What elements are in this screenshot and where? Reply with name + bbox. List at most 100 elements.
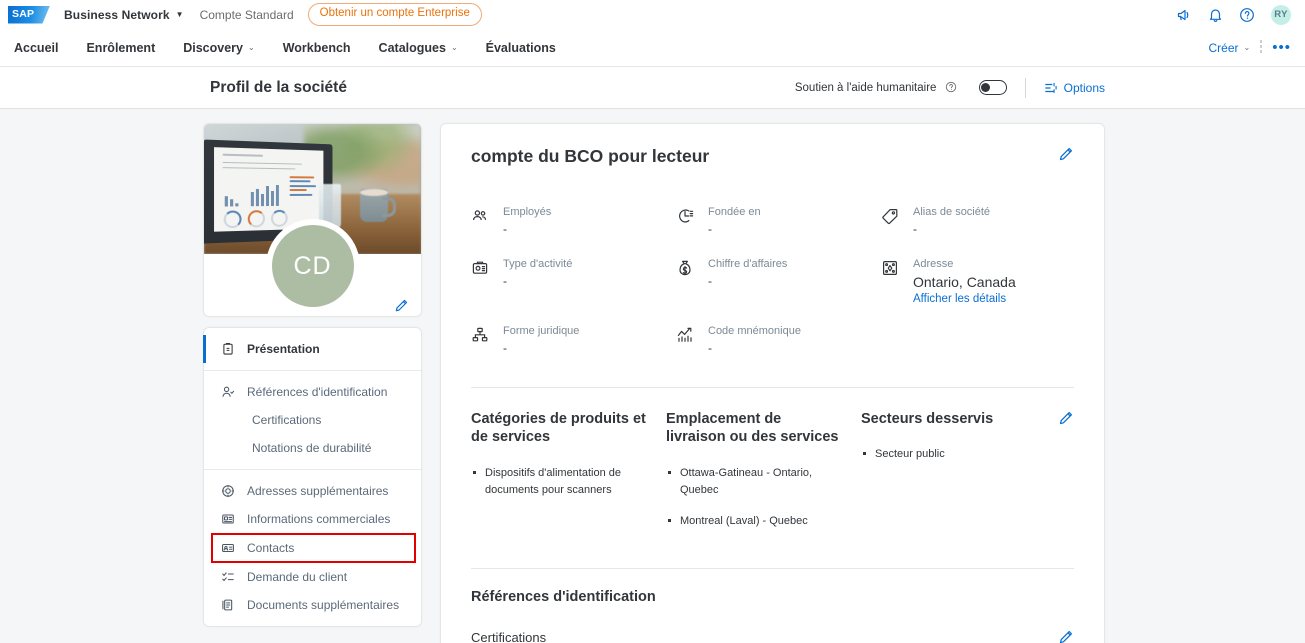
ship-to-locations-column: Emplacement de livraison ou des services… [666, 410, 861, 545]
field-value: - [708, 340, 712, 355]
field-value: - [913, 221, 917, 236]
chevron-down-icon: ⌄ [450, 43, 458, 52]
sap-logo-text: SAP [12, 7, 35, 20]
edit-profile-image-pencil-icon[interactable] [394, 298, 409, 313]
show-address-details-link[interactable]: Afficher les détails [913, 293, 1016, 305]
edit-company-info-pencil-icon[interactable] [1058, 146, 1074, 162]
brand-chevron-down-icon[interactable]: ▼ [176, 10, 184, 19]
banner-coffee-mug [360, 189, 397, 222]
company-avatar[interactable]: CD [265, 219, 360, 313]
sidebar-item-label: Demande du client [247, 570, 348, 584]
top-header-bar: SAP Business Network ▼ Compte Standard O… [0, 0, 1305, 29]
create-menu-button[interactable]: Créer ⌄ [1209, 41, 1251, 55]
banner-chart-legend [289, 175, 317, 196]
product-categories-list: Dispositifs d'alimentation de documents … [471, 465, 666, 499]
employees-icon [471, 205, 491, 238]
nav-label: Accueil [14, 40, 59, 55]
sidebar-item-additional-addresses[interactable]: Adresses supplémentaires [204, 477, 421, 505]
nav-label: Workbench [282, 40, 351, 55]
list-item: Dispositifs d'alimentation de documents … [471, 465, 641, 499]
brand-name[interactable]: Business Network [64, 8, 170, 22]
location-icon [220, 484, 236, 498]
vertical-divider [1260, 40, 1263, 55]
legal-form-icon [471, 324, 491, 357]
chevron-down-icon: ⌄ [1243, 43, 1251, 52]
sap-logo[interactable]: SAP [8, 5, 50, 24]
humanitarian-support-toggle[interactable] [978, 80, 1007, 95]
field-value: Ontario, Canada [913, 273, 1016, 290]
edit-categories-pencil-icon[interactable] [1058, 410, 1074, 545]
industries-heading: Secteurs desservis [861, 410, 994, 427]
banner-chart-bars [224, 183, 280, 207]
credentials-section-title: Références d'identification [471, 589, 656, 606]
nav-right-actions: Créer ⌄ ••• [1209, 40, 1291, 55]
megaphone-icon[interactable] [1176, 7, 1192, 23]
categories-section: Catégories de produits et de services Di… [471, 410, 1074, 545]
nav-label: Catalogues [378, 40, 446, 55]
company-name: compte du BCO pour lecteur [471, 146, 710, 166]
activity-icon [471, 257, 491, 305]
humanitarian-support-label: Soutien à l'aide humanitaire [795, 81, 957, 94]
sidebar-group-overview: Présentation [203, 328, 421, 370]
bell-icon[interactable] [1208, 7, 1223, 23]
nav-item-workbench[interactable]: Workbench [269, 41, 365, 55]
sidebar-item-contacts[interactable]: Contacts [211, 533, 416, 563]
ship-to-heading: Emplacement de livraison ou des services [666, 410, 839, 446]
documents-icon [220, 598, 236, 612]
nav-item-discovery[interactable]: Discovery ⌄ [169, 41, 268, 55]
sidebar-item-presentation[interactable]: Présentation [203, 335, 421, 363]
profile-sidebar-nav: Présentation Références d'identification [203, 327, 422, 627]
options-icon [1044, 81, 1058, 95]
page-title-bar-actions: Soutien à l'aide humanitaire Options [795, 77, 1105, 98]
help-icon[interactable] [1239, 7, 1255, 23]
sidebar-item-label: Notations de durabilité [252, 441, 372, 455]
ship-to-list: Ottawa-Gatineau - Ontario, Quebec Montre… [666, 465, 861, 530]
address-icon [881, 257, 901, 305]
field-value: - [708, 221, 712, 236]
field-value: - [503, 221, 507, 236]
ticker-icon [676, 324, 696, 357]
nav-label: Évaluations [485, 40, 556, 55]
page-title: Profil de la société [210, 78, 347, 96]
field-label: Adresse [913, 257, 954, 270]
field-label: Fondée en [708, 206, 761, 218]
contacts-icon [220, 541, 236, 555]
options-label: Options [1063, 80, 1105, 95]
sidebar-item-customer-requests[interactable]: Demande du client [204, 563, 421, 591]
nav-item-catalogues[interactable]: Catalogues ⌄ [365, 41, 472, 55]
question-mark-icon[interactable] [945, 81, 957, 93]
sidebar-item-business-information[interactable]: Informations commerciales [204, 505, 421, 533]
chevron-down-icon: ⌄ [248, 43, 255, 52]
account-type-label: Compte Standard [199, 7, 294, 22]
sidebar-item-sustainability-ratings[interactable]: Notations de durabilité [204, 434, 421, 462]
sidebar-item-label: Informations commerciales [247, 512, 391, 526]
field-value: - [503, 340, 507, 355]
section-divider [471, 386, 1074, 388]
field-employees: Employés - [471, 205, 676, 238]
user-avatar[interactable]: RY [1271, 4, 1291, 25]
nav-item-accueil[interactable]: Accueil [14, 41, 72, 55]
sidebar-group-company-info: Adresses supplémentaires Informations co… [204, 469, 421, 626]
create-label: Créer [1208, 40, 1239, 55]
page-content: CD Présentation Références d'identificat… [0, 109, 1305, 643]
company-header: compte du BCO pour lecteur [471, 146, 1074, 167]
more-options-icon[interactable]: ••• [1272, 40, 1291, 55]
sidebar-item-certifications[interactable]: Certifications [204, 406, 421, 434]
sidebar-item-references-identification[interactable]: Références d'identification [204, 378, 421, 406]
nav-item-enrolement[interactable]: Enrôlement [72, 41, 169, 55]
field-value: - [503, 273, 507, 288]
field-label: Employés [503, 206, 552, 218]
nav-item-evaluations[interactable]: Évaluations [472, 41, 570, 55]
field-value: - [708, 273, 712, 288]
options-button[interactable]: Options [1044, 81, 1105, 95]
get-enterprise-account-button[interactable]: Obtenir un compte Enterprise [307, 3, 482, 26]
field-label: Chiffre d'affaires [708, 257, 788, 270]
sidebar-item-additional-documents[interactable]: Documents supplémentaires [204, 591, 421, 619]
banner-donut-charts [223, 210, 288, 229]
profile-image-card: CD [203, 123, 422, 317]
product-categories-heading: Catégories de produits et de services [471, 410, 646, 446]
left-column: CD Présentation Références d'identificat… [203, 123, 422, 627]
field-revenue: Chiffre d'affaires - [676, 257, 881, 305]
sidebar-item-label: Présentation [247, 342, 320, 356]
edit-certifications-pencil-icon[interactable] [1058, 629, 1074, 643]
